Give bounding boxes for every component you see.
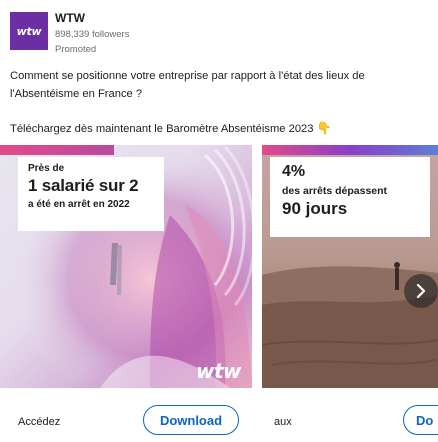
post-text-line-2: l'Absentéisme en France ? xyxy=(10,88,143,100)
pointing-down-icon: 👇 xyxy=(316,121,332,135)
card-1-stat-box: Près de 1 salarié sur 2 a été en arrêt e… xyxy=(18,157,164,231)
post-text: Comment se positionne votre entreprise p… xyxy=(10,67,430,103)
company-logo[interactable]: wtw xyxy=(10,12,48,50)
carousel-next-button[interactable] xyxy=(404,274,438,308)
card-1-download-button[interactable]: Download xyxy=(143,405,239,435)
card-2-stat-caption: des arrêts dépassent xyxy=(282,185,388,197)
company-name[interactable]: WTW xyxy=(55,11,85,25)
carousel-card-1[interactable]: Près de 1 salarié sur 2 a été en arrêt e… xyxy=(0,145,252,442)
card-1-label: Accédez xyxy=(18,416,61,428)
card-1-stat-value: 1 salarié sur 2 xyxy=(28,176,139,195)
card-1-stat-prefix: Près de xyxy=(28,163,65,174)
post-text-line-1: Comment se positionne votre entreprise p… xyxy=(10,70,365,82)
card-2-color-band xyxy=(262,145,438,155)
card-2-download-button[interactable]: Do xyxy=(403,405,438,435)
carousel[interactable]: Près de 1 salarié sur 2 a été en arrêt e… xyxy=(0,145,438,442)
post-cta-line: Téléchargez dès maintenant le Baromètre … xyxy=(10,121,332,135)
card-1-color-band xyxy=(0,145,114,155)
promoted-label: Promoted xyxy=(55,44,97,55)
card-1-stat-caption: a été en arrêt en 2022 xyxy=(28,199,130,210)
post-header: wtw WTW 898,339 followers Promoted xyxy=(0,0,438,64)
card-2-footer: aux Do xyxy=(262,388,438,442)
card-1-footer: Accédez Download xyxy=(0,388,252,442)
follower-count: 898,339 followers xyxy=(55,29,130,40)
card-1-image[interactable]: Près de 1 salarié sur 2 a été en arrêt e… xyxy=(0,145,252,388)
post-cta-text: Téléchargez dès maintenant le Baromètre … xyxy=(10,123,314,135)
card-2-stat-value: 90 jours xyxy=(282,199,348,218)
card-2-stat-percent: 4% xyxy=(282,163,306,180)
company-logo-text: wtw xyxy=(16,24,42,38)
card-2-stat-box: 4% des arrêts dépassent 90 jours xyxy=(270,157,430,237)
chevron-right-icon xyxy=(416,284,426,298)
wtw-watermark: wtw xyxy=(196,359,242,383)
card-2-label: aux xyxy=(274,416,292,428)
card-2-image[interactable]: 4% des arrêts dépassent 90 jours xyxy=(262,145,438,388)
